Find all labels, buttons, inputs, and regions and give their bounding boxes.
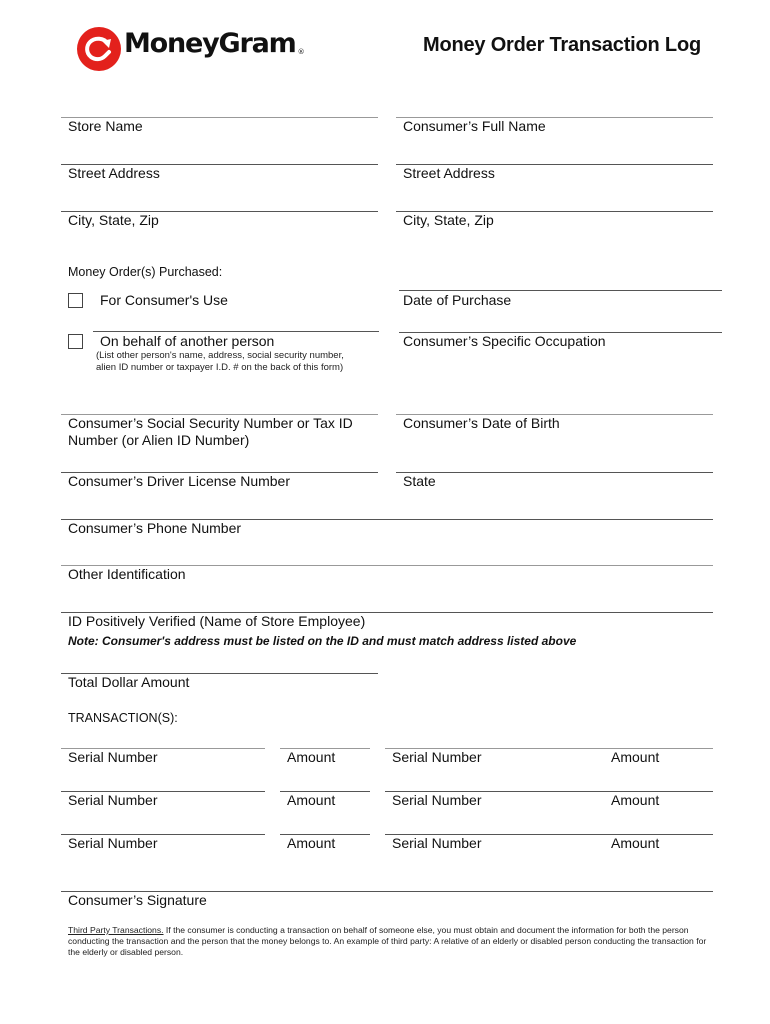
serial-number-field[interactable]: Serial Number	[392, 835, 481, 852]
registered-mark: ®	[297, 48, 305, 56]
behalf-checkbox[interactable]	[68, 334, 83, 349]
phone-number-field[interactable]: Consumer’s Phone Number	[68, 520, 241, 537]
amount-field[interactable]: Amount	[287, 792, 335, 809]
store-street-address-field[interactable]: Street Address	[68, 165, 160, 182]
serial-number-field[interactable]: Serial Number	[392, 749, 481, 766]
consumer-signature-field[interactable]: Consumer’s Signature	[68, 892, 207, 909]
id-verified-field[interactable]: ID Positively Verified (Name of Store Em…	[68, 613, 365, 630]
amount-field[interactable]: Amount	[611, 749, 659, 766]
state-field[interactable]: State	[403, 473, 436, 490]
date-of-purchase-field[interactable]: Date of Purchase	[403, 292, 511, 309]
serial-number-field[interactable]: Serial Number	[68, 749, 157, 766]
footnote-heading: Third Party Transactions.	[68, 925, 164, 935]
amount-field[interactable]: Amount	[287, 835, 335, 852]
amount-field[interactable]: Amount	[611, 792, 659, 809]
ssn-field-line-1[interactable]: Consumer’s Social Security Number or Tax…	[68, 415, 353, 432]
brand-name: MoneyGram ®	[124, 28, 305, 59]
footnote-body: If the consumer is conducting a transact…	[68, 925, 707, 957]
brand-text: MoneyGram	[124, 28, 297, 59]
consumer-use-checkbox[interactable]	[68, 293, 83, 308]
serial-number-field[interactable]: Serial Number	[392, 792, 481, 809]
transactions-heading: TRANSACTION(S):	[68, 711, 178, 725]
store-name-field[interactable]: Store Name	[68, 118, 143, 135]
behalf-line	[93, 331, 379, 332]
consumer-full-name-field[interactable]: Consumer’s Full Name	[403, 118, 546, 135]
state-line	[396, 472, 713, 473]
date-of-purchase-line	[399, 290, 722, 291]
serial-number-field[interactable]: Serial Number	[68, 792, 157, 809]
behalf-note-line-1: (List other person's name, address, soci…	[96, 350, 344, 361]
ssn-field-line-2: Number (or Alien ID Number)	[68, 432, 250, 448]
money-orders-purchased-heading: Money Order(s) Purchased:	[68, 265, 223, 279]
consumer-street-address-field[interactable]: Street Address	[403, 165, 495, 182]
behalf-label: On behalf of another person	[100, 333, 275, 349]
consumer-city-state-zip-field[interactable]: City, State, Zip	[403, 212, 494, 229]
behalf-note-line-2: alien ID number or taxpayer I.D. # on th…	[96, 362, 344, 373]
page-title: Money Order Transaction Log	[423, 34, 701, 56]
occupation-field[interactable]: Consumer’s Specific Occupation	[403, 333, 606, 350]
store-city-state-zip-field[interactable]: City, State, Zip	[68, 212, 159, 229]
amount-field[interactable]: Amount	[611, 835, 659, 852]
other-identification-field[interactable]: Other Identification	[68, 566, 186, 583]
third-party-footnote: Third Party Transactions. If the consume…	[68, 925, 708, 958]
address-note: Note: Consumer's address must be listed …	[68, 634, 577, 648]
serial-number-field[interactable]: Serial Number	[68, 835, 157, 852]
total-dollar-amount-field[interactable]: Total Dollar Amount	[68, 674, 189, 691]
driver-license-field[interactable]: Consumer’s Driver License Number	[68, 473, 290, 490]
consumer-use-label: For Consumer's Use	[100, 292, 228, 308]
date-of-birth-field[interactable]: Consumer’s Date of Birth	[403, 415, 560, 432]
moneygram-logo-icon	[77, 27, 121, 71]
amount-field[interactable]: Amount	[287, 749, 335, 766]
